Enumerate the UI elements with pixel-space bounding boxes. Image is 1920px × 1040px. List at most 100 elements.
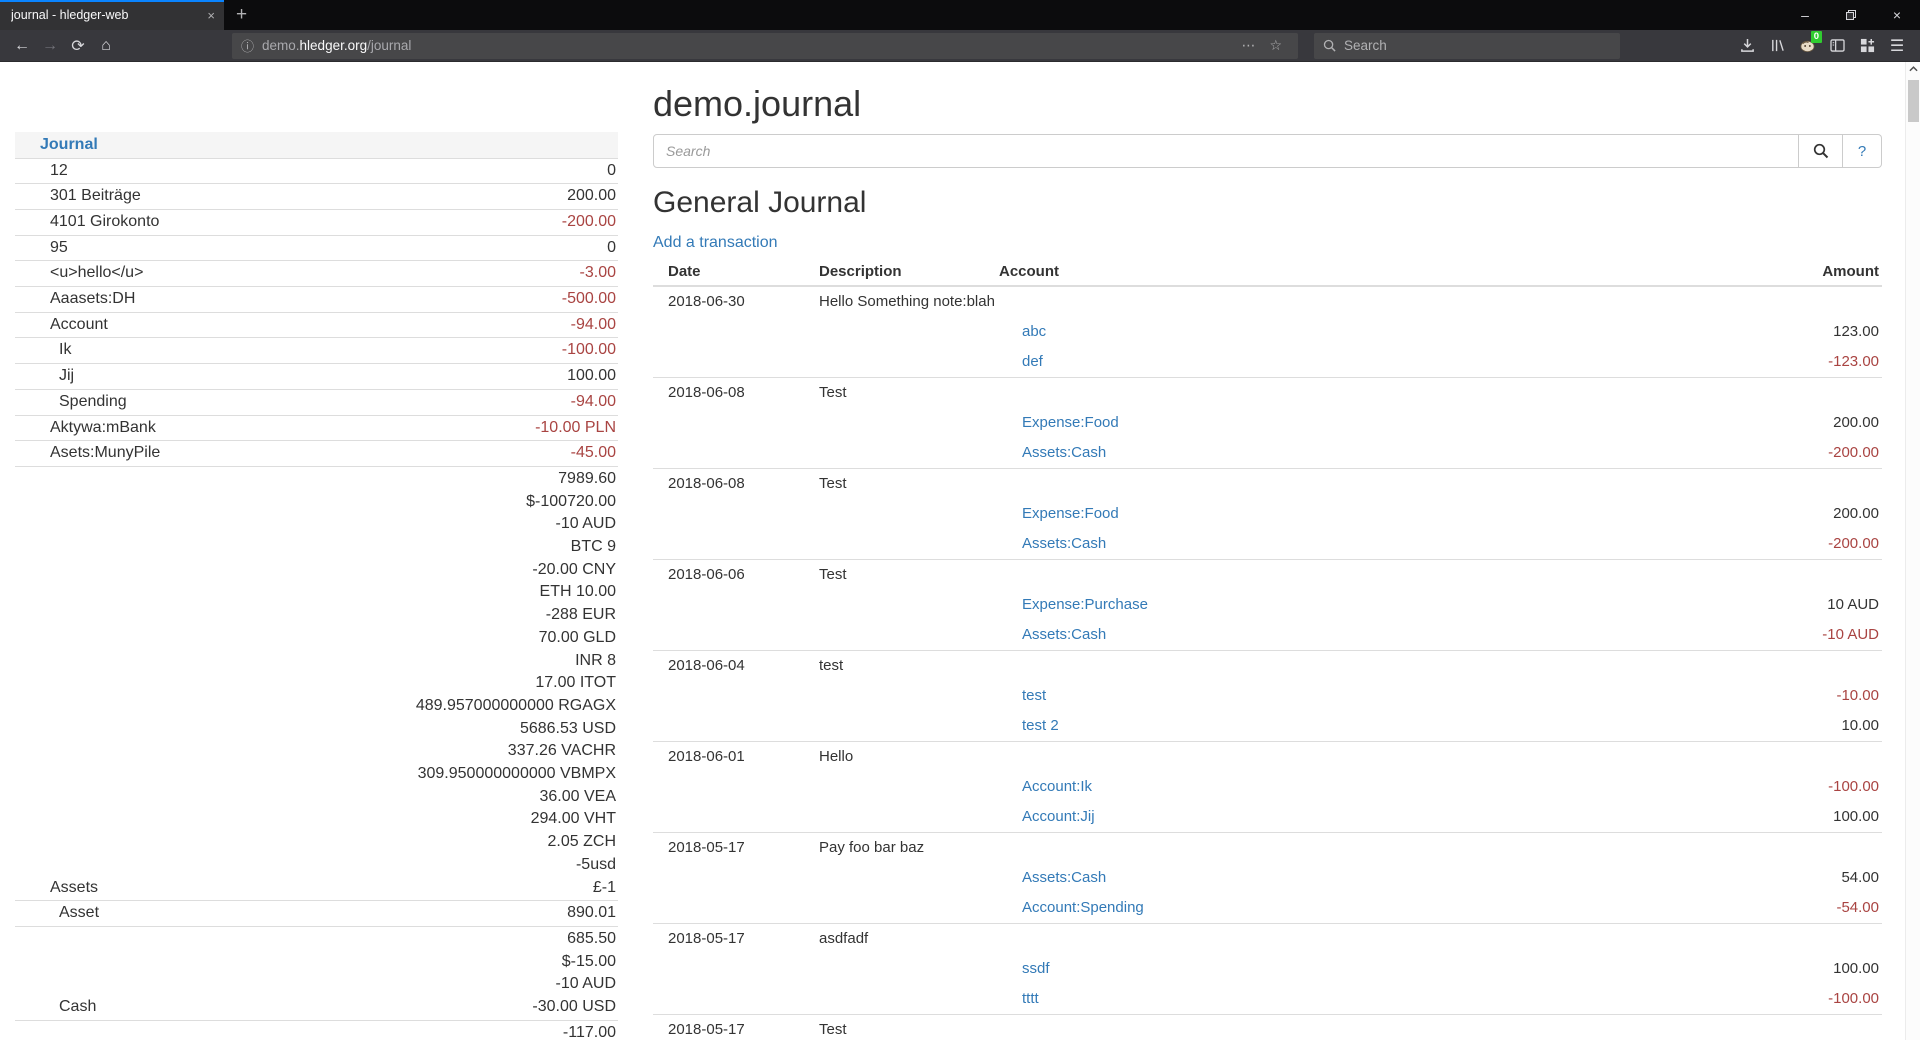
balance-amount: -5usd [98, 854, 616, 877]
account-link[interactable]: Aaasets:DH [15, 288, 135, 311]
posting-account-link[interactable]: Assets:Cash [1022, 871, 1106, 885]
transaction-title-row: 2018-05-17Pay foo bar baz [653, 833, 1882, 863]
account-link[interactable]: 301 Beiträge [15, 185, 141, 208]
posting-account-link[interactable]: Account:Ik [1022, 780, 1092, 794]
posting-amount: 10 AUD [1148, 598, 1882, 612]
transaction[interactable]: 2018-05-17Pay foo bar bazAssets:Cash54.0… [653, 833, 1882, 924]
transaction-title-row: 2018-06-08Test [653, 378, 1882, 408]
account-row: Spending-94.00 [15, 389, 618, 415]
window-close-button[interactable]: × [1874, 0, 1920, 30]
menu-button[interactable]: ☰ [1882, 33, 1912, 59]
balance-amount: 489.957000000000 RGAGX [98, 695, 616, 718]
posting-account-link[interactable]: def [1022, 355, 1043, 369]
account-link[interactable]: <u>hello</u> [15, 262, 143, 285]
sidebar-toggle-button[interactable] [1822, 33, 1852, 59]
account-balance: -45.00 [160, 442, 618, 465]
posting-account-link[interactable]: test [1022, 689, 1046, 703]
header-amount: Amount [1682, 264, 1882, 279]
transaction-date: 2018-06-08 [653, 386, 819, 400]
url-bar[interactable]: ⓘ demo.hledger.org/journal ⋯ ☆ [232, 33, 1298, 59]
posting-amount: -100.00 [1092, 780, 1882, 794]
transaction[interactable]: 2018-06-08TestExpense:Food200.00Assets:C… [653, 469, 1882, 560]
forward-button[interactable]: → [36, 33, 64, 59]
window-minimize-button[interactable]: – [1782, 0, 1828, 30]
account-link[interactable]: 12 [15, 160, 68, 183]
scrollbar-thumb[interactable] [1908, 80, 1919, 122]
transaction[interactable]: 2018-05-17asdfadfssdf100.00tttt-100.00 [653, 924, 1882, 1015]
url-domain: hledger.org [300, 38, 368, 53]
scroll-up-button[interactable] [1906, 66, 1920, 72]
downloads-button[interactable] [1732, 33, 1762, 59]
add-transaction-link[interactable]: Add a transaction [653, 233, 778, 252]
balance-amount: ETH 10.00 [98, 581, 616, 604]
main-column: demo.journal ? General Journal Add a tra… [653, 62, 1882, 1040]
new-tab-button[interactable]: + [224, 0, 259, 30]
extension-button[interactable]: 0 [1792, 33, 1822, 59]
tab-journal[interactable]: journal - hledger-web × [0, 0, 224, 30]
home-button[interactable]: ⌂ [92, 33, 120, 59]
page-actions-icon[interactable]: ⋯ [1234, 37, 1262, 54]
account-link[interactable]: Asets:MunyPile [15, 442, 160, 465]
window-restore-button[interactable] [1828, 0, 1874, 30]
site-info-icon[interactable]: ⓘ [241, 36, 254, 55]
page-scrollbar[interactable] [1905, 62, 1920, 1040]
transaction-description: asdfadf [819, 932, 1882, 946]
transaction-description: test [819, 659, 1882, 673]
transaction-date: 2018-06-08 [653, 477, 819, 491]
posting-account-link[interactable]: ssdf [1022, 962, 1050, 976]
grid-plus-icon [1860, 38, 1875, 53]
transaction[interactable]: 2018-05-17Test [653, 1015, 1882, 1040]
search-help-button[interactable]: ? [1843, 134, 1882, 168]
transaction[interactable]: 2018-06-04testtest-10.00test 210.00 [653, 651, 1882, 742]
account-balance: -200.00 [159, 211, 618, 234]
account-link[interactable]: Account [15, 314, 108, 337]
posting-row: Account:Spending-54.00 [653, 893, 1882, 923]
balance-amount: -20.00 CNY [98, 559, 616, 582]
library-button[interactable] [1762, 33, 1792, 59]
account-link[interactable]: Spending [15, 391, 127, 414]
posting-account-link[interactable]: test 2 [1022, 719, 1059, 733]
account-row: Account-94.00 [15, 312, 618, 338]
posting-amount: 200.00 [1119, 507, 1882, 521]
account-link[interactable]: Assets [15, 877, 98, 900]
transaction[interactable]: 2018-06-08TestExpense:Food200.00Assets:C… [653, 378, 1882, 469]
posting-account-link[interactable]: tttt [1022, 992, 1039, 1006]
journal-link[interactable]: Journal [15, 136, 98, 153]
account-link[interactable]: Cash [15, 996, 96, 1019]
transaction-title-row: 2018-05-17asdfadf [653, 924, 1882, 954]
header-description: Description [819, 264, 999, 279]
posting-row: test 210.00 [653, 711, 1882, 741]
posting-account-link[interactable]: Expense:Food [1022, 507, 1119, 521]
balance-amount: 309.950000000000 VBMPX [98, 763, 616, 786]
tab-close-icon[interactable]: × [199, 8, 215, 23]
posting-account-link[interactable]: Assets:Cash [1022, 537, 1106, 551]
transaction[interactable]: 2018-06-30Hello Something note:blahabc12… [653, 287, 1882, 378]
posting-account-link[interactable]: Expense:Food [1022, 416, 1119, 430]
balance-amount: -500.00 [135, 288, 616, 311]
transaction[interactable]: 2018-06-01HelloAccount:Ik-100.00Account:… [653, 742, 1882, 833]
journal-search-button[interactable] [1799, 134, 1843, 168]
bookmark-star-icon[interactable]: ☆ [1262, 37, 1289, 54]
transaction[interactable]: 2018-06-06TestExpense:Purchase10 AUDAsse… [653, 560, 1882, 651]
back-button[interactable]: ← [8, 33, 36, 59]
balance-amount: -94.00 [127, 391, 616, 414]
posting-account-link[interactable]: Assets:Cash [1022, 628, 1106, 642]
account-link[interactable]: Ik [15, 339, 71, 362]
posting-account-link[interactable]: Expense:Purchase [1022, 598, 1148, 612]
reload-button[interactable]: ⟳ [64, 33, 92, 59]
account-link[interactable]: Jij [15, 365, 74, 388]
account-link[interactable]: Asset [15, 902, 99, 925]
toolbar-search-field[interactable]: Search [1314, 33, 1620, 59]
posting-account-link[interactable]: abc [1022, 325, 1046, 339]
journal-search-input[interactable] [653, 134, 1799, 168]
posting-row: Assets:Cash-10 AUD [653, 620, 1882, 650]
account-link[interactable]: Aktywa:mBank [15, 417, 156, 440]
posting-account-link[interactable]: Assets:Cash [1022, 446, 1106, 460]
shortcuts-button[interactable] [1852, 33, 1882, 59]
account-link[interactable]: 4101 Girokonto [15, 211, 159, 234]
posting-account-link[interactable]: Account:Jij [1022, 810, 1095, 824]
account-link[interactable]: 95 [15, 237, 68, 260]
posting-account-link[interactable]: Account:Spending [1022, 901, 1144, 915]
transaction-date: 2018-05-17 [653, 932, 819, 946]
table-header-row: Date Description Account Amount [653, 258, 1882, 287]
